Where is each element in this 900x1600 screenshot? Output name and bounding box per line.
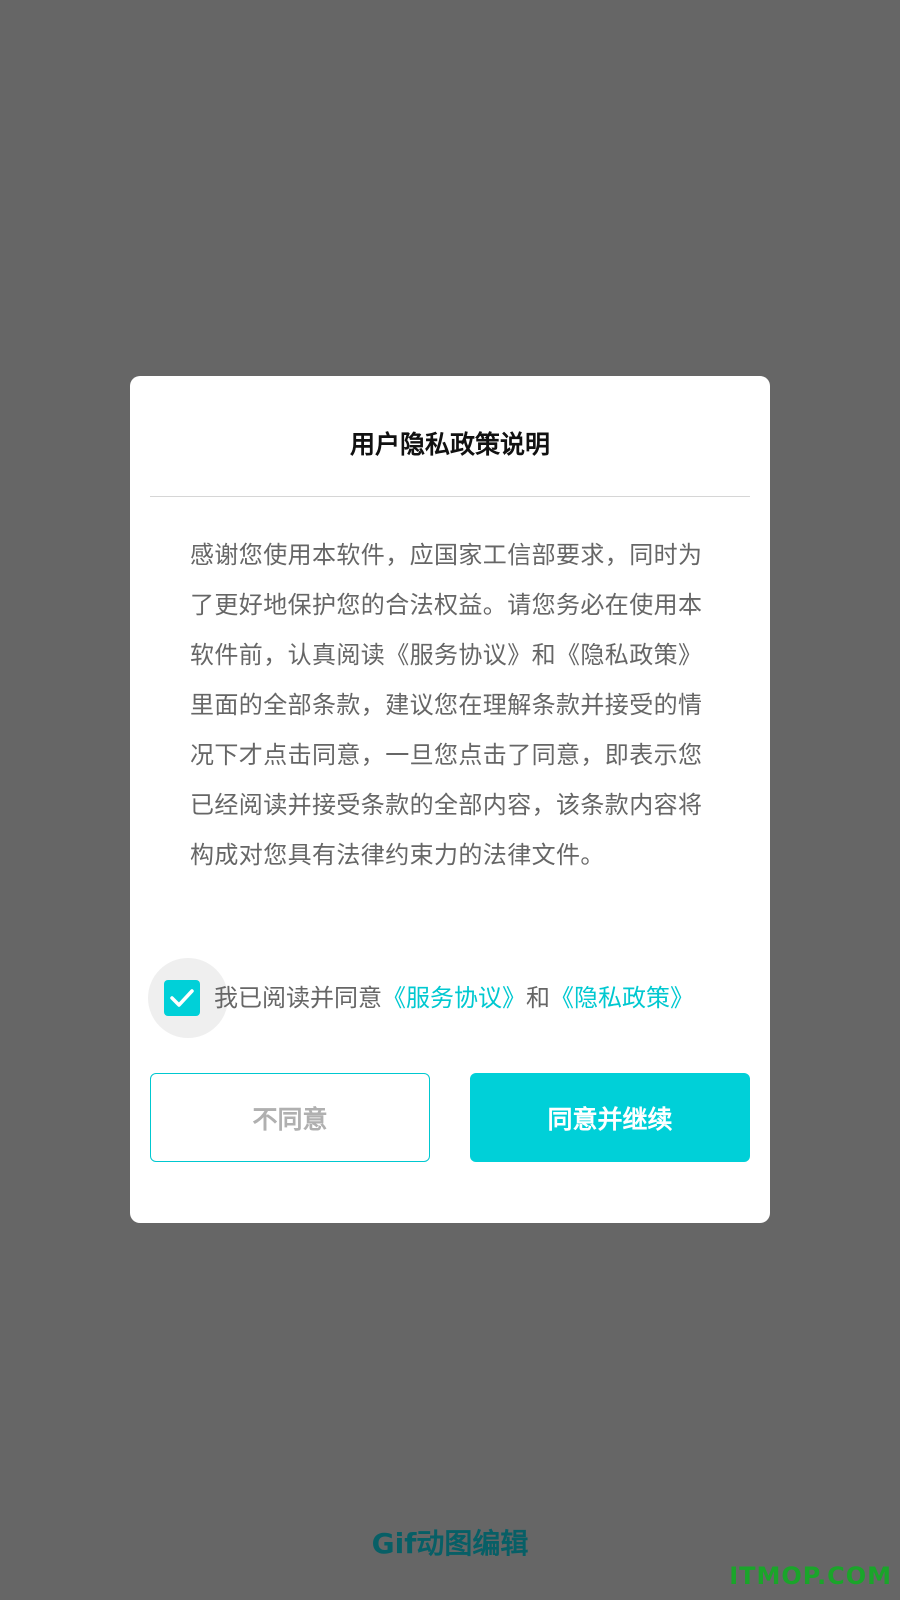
app-name-label: Gif动图编辑 <box>371 1527 529 1560</box>
agreement-conjunction: 和 <box>526 984 550 1012</box>
policy-body-text: 感谢您使用本软件，应国家工信部要求，同时为了更好地保护您的合法权益。请您务必在使… <box>190 541 703 869</box>
agree-continue-button[interactable]: 同意并继续 <box>470 1073 750 1162</box>
site-watermark: ITMOP.COM <box>729 1562 892 1590</box>
checkmark-icon <box>170 989 194 1007</box>
agreement-prefix: 我已阅读并同意 <box>214 984 382 1012</box>
disagree-button[interactable]: 不同意 <box>150 1073 430 1162</box>
privacy-policy-link[interactable]: 《隐私政策》 <box>550 984 694 1012</box>
agreement-text: 我已阅读并同意《服务协议》和《隐私政策》 <box>214 980 694 1016</box>
privacy-policy-dialog: 用户隐私政策说明 感谢您使用本软件，应国家工信部要求，同时为了更好地保护您的合法… <box>130 376 770 1223</box>
title-divider <box>150 496 750 497</box>
agreement-row: 我已阅读并同意《服务协议》和《隐私政策》 <box>148 958 748 1038</box>
service-agreement-link[interactable]: 《服务协议》 <box>382 984 526 1012</box>
agreement-checkbox[interactable] <box>164 980 200 1016</box>
dialog-title: 用户隐私政策说明 <box>349 430 550 459</box>
